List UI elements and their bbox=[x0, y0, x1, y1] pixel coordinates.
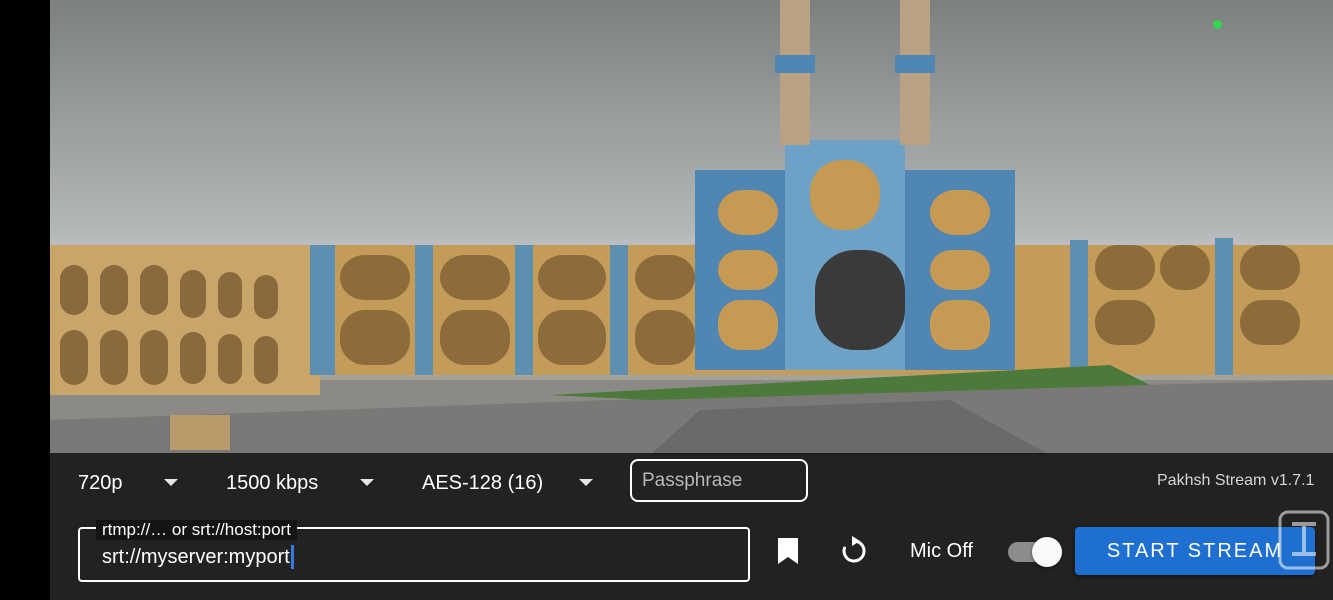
bitrate-dropdown[interactable]: 1500 kbps bbox=[226, 467, 378, 499]
switch-thumb bbox=[1032, 537, 1062, 567]
chevron-down-icon bbox=[360, 479, 374, 486]
chevron-down-icon bbox=[164, 479, 178, 486]
encryption-value: AES-128 (16) bbox=[422, 471, 544, 494]
recording-indicator-dot bbox=[1213, 20, 1222, 29]
stream-url-label: rtmp://… or srt://host:port bbox=[96, 520, 297, 540]
chevron-down-icon bbox=[579, 479, 593, 486]
watermark-logo-icon bbox=[1278, 510, 1330, 570]
resolution-dropdown[interactable]: 720p bbox=[78, 467, 188, 499]
stream-url-value: srt://myserver:myport bbox=[102, 545, 290, 568]
stream-url-value-wrap[interactable]: srt://myserver:myport bbox=[102, 545, 294, 569]
refresh-icon bbox=[842, 536, 866, 563]
passphrase-input[interactable] bbox=[630, 459, 808, 502]
encryption-dropdown[interactable]: AES-128 (16) bbox=[422, 467, 598, 499]
resolution-value: 720p bbox=[78, 471, 123, 494]
reset-url-button[interactable] bbox=[836, 533, 872, 569]
bookmark-button[interactable] bbox=[770, 533, 806, 569]
left-black-bar bbox=[0, 0, 50, 600]
text-cursor bbox=[290, 545, 294, 569]
mic-toggle-switch[interactable] bbox=[1008, 537, 1062, 567]
app-version-label: Pakhsh Stream v1.7.1 bbox=[1157, 472, 1315, 489]
bitrate-value: 1500 kbps bbox=[226, 471, 319, 494]
bookmark-icon bbox=[778, 538, 798, 564]
mic-status-label: Mic Off bbox=[910, 540, 973, 562]
